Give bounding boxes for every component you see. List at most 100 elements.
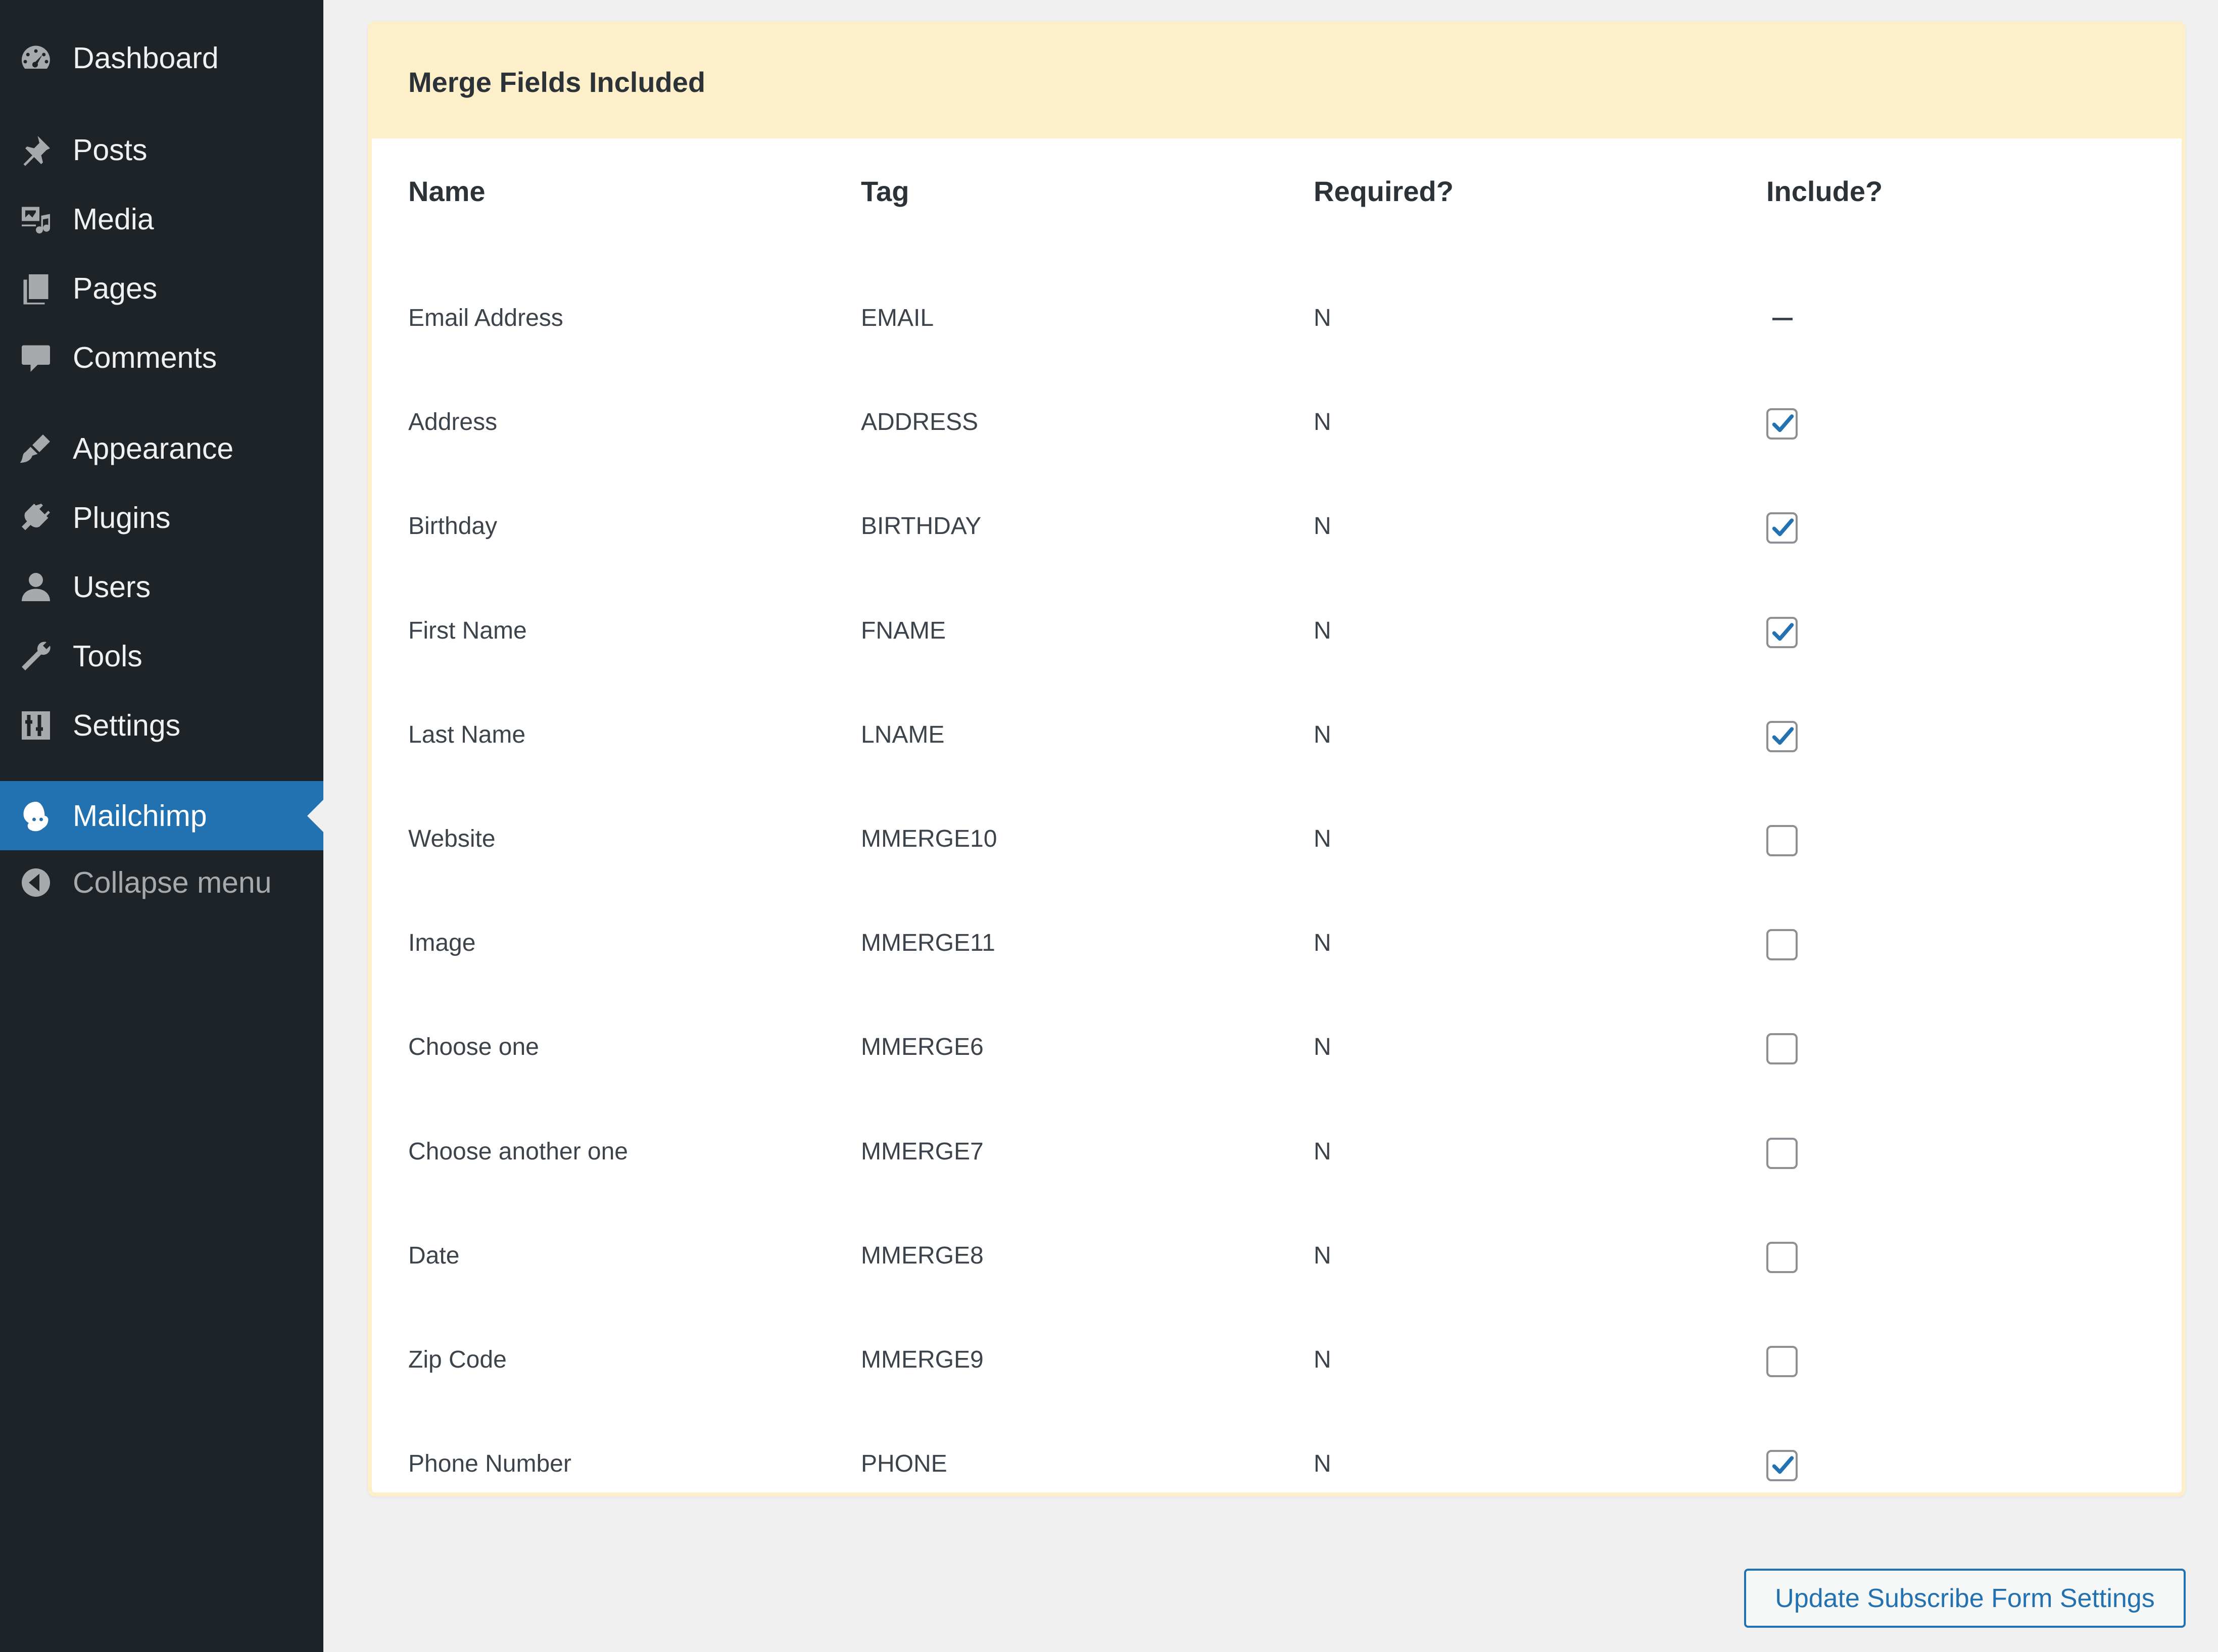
pushpin-icon [17,131,55,169]
field-required-cell: N [1314,1034,1331,1061]
dashboard-icon [17,39,55,77]
field-tag-cell: MMERGE7 [861,1138,984,1165]
include-checkbox[interactable] [1766,720,1798,752]
panel-title: Merge Fields Included [408,66,706,98]
checkmark-icon [1772,518,1794,537]
merge-fields-panel: Merge Fields Included Name Tag Required?… [368,21,2186,1496]
include-checkbox[interactable] [1766,512,1798,544]
sidebar-item-label: Users [73,570,151,604]
field-required-cell: N [1314,305,1331,331]
update-subscribe-form-settings-button[interactable]: Update Subscribe Form Settings [1744,1569,2186,1628]
sidebar-item-label: Comments [73,341,217,374]
table-row: First Name FNAME N [372,601,2182,661]
table-row: Zip Code MMERGE9 N [372,1330,2182,1390]
include-checkbox[interactable] [1766,1450,1798,1482]
sidebar-item-label: Dashboard [73,41,219,75]
include-checkbox[interactable] [1766,616,1798,648]
active-indicator-arrow [307,799,323,832]
collapse-menu-button[interactable]: Collapse menu [0,854,323,911]
sidebar-item-label: Plugins [73,501,171,535]
sidebar-item-label: Media [73,203,154,236]
collapse-arrow-icon [17,864,55,901]
field-tag-cell: MMERGE11 [861,930,995,957]
field-tag-cell: BIRTHDAY [861,513,982,540]
include-checkbox[interactable] [1766,825,1798,856]
include-checkbox[interactable] [1766,1033,1798,1065]
sidebar-item-mailchimp[interactable]: Mailchimp [0,781,323,850]
wrench-icon [17,638,55,675]
field-name-cell: Address [408,409,498,436]
sidebar-item-dashboard[interactable]: Dashboard [0,29,323,87]
field-tag-cell: ADDRESS [861,409,979,436]
comment-bubble-icon [17,339,55,376]
field-name-cell: Phone Number [408,1450,571,1478]
sidebar-item-plugins[interactable]: Plugins [0,489,323,547]
field-tag-cell: MMERGE6 [861,1034,984,1061]
admin-sidebar: Dashboard Posts Media Pages Comments App… [0,0,323,1652]
checkmark-icon [1772,414,1794,432]
checkmark-icon [1772,1456,1794,1474]
include-checkbox[interactable] [1766,1346,1798,1377]
sidebar-item-posts[interactable]: Posts [0,121,323,179]
field-name-cell: Image [408,930,476,957]
plug-icon [17,499,55,537]
field-required-cell: N [1314,1138,1331,1165]
field-required-cell: N [1314,1450,1331,1478]
field-name-cell: Date [408,1242,460,1269]
field-required-cell: N [1314,1346,1331,1373]
sidebar-item-label: Collapse menu [73,866,272,899]
panel-header: Merge Fields Included [372,25,2182,138]
sidebar-item-label: Pages [73,272,158,305]
sidebar-item-appearance[interactable]: Appearance [0,420,323,477]
field-required-cell: N [1314,617,1331,644]
mailchimp-icon [17,797,55,835]
paintbrush-icon [17,430,55,467]
sidebar-item-label: Posts [73,133,148,167]
not-applicable-dash [1772,318,1793,320]
field-tag-cell: LNAME [861,721,945,748]
field-name-cell: Email Address [408,305,563,331]
include-checkbox[interactable] [1766,408,1798,440]
field-tag-cell: MMERGE8 [861,1242,984,1269]
sidebar-item-settings[interactable]: Settings [0,697,323,754]
include-checkbox[interactable] [1766,1241,1798,1273]
checkmark-icon [1772,727,1794,745]
table-row: Address ADDRESS N [372,392,2182,453]
table-row: Choose one MMERGE6 N [372,1017,2182,1078]
table-row: Last Name LNAME N [372,705,2182,765]
column-header-tag: Tag [861,175,909,207]
field-name-cell: Birthday [408,513,498,540]
table-row: Date MMERGE8 N [372,1226,2182,1286]
table-row: Image MMERGE11 N [372,913,2182,974]
sidebar-item-label: Appearance [73,432,234,465]
checkmark-icon [1772,622,1794,641]
sidebar-item-tools[interactable]: Tools [0,627,323,685]
table-row: Phone Number PHONE N [372,1434,2182,1492]
column-header-name: Name [408,175,486,207]
sidebar-item-label: Tools [73,640,142,673]
field-tag-cell: MMERGE9 [861,1346,984,1373]
field-tag-cell: EMAIL [861,305,934,331]
include-checkbox[interactable] [1766,929,1798,961]
table-row: Birthday BIRTHDAY N [372,496,2182,557]
field-name-cell: Choose one [408,1034,539,1061]
field-tag-cell: FNAME [861,617,946,644]
field-tag-cell: PHONE [861,1450,947,1478]
field-required-cell: N [1314,1242,1331,1269]
sidebar-item-label: Settings [73,709,181,742]
field-required-cell: N [1314,721,1331,748]
field-required-cell: N [1314,513,1331,540]
include-checkbox[interactable] [1766,1137,1798,1169]
sidebar-item-users[interactable]: Users [0,558,323,616]
column-header-required: Required? [1314,175,1454,207]
field-name-cell: Last Name [408,721,526,748]
field-required-cell: N [1314,930,1331,957]
table-row: Website MMERGE10 N [372,809,2182,869]
sidebar-item-pages[interactable]: Pages [0,260,323,317]
pages-icon [17,270,55,307]
sidebar-item-media[interactable]: Media [0,190,323,248]
field-name-cell: Website [408,825,496,852]
column-header-include: Include? [1766,175,1883,207]
media-icon [17,201,55,238]
sidebar-item-comments[interactable]: Comments [0,329,323,386]
